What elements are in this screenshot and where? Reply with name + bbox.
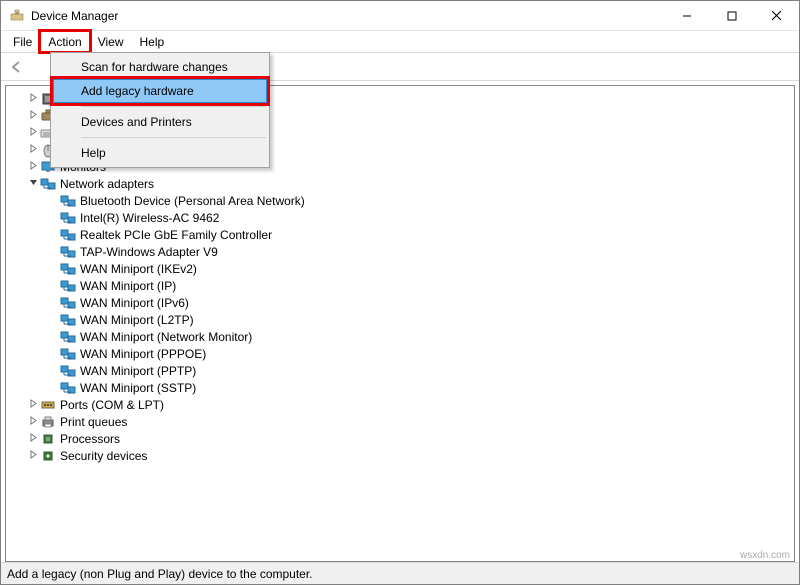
- printer-icon: [40, 414, 56, 430]
- tree-label: Print queues: [60, 415, 127, 429]
- tree-label: Bluetooth Device (Personal Area Network): [80, 194, 305, 208]
- tree-category-security-devices[interactable]: Security devices: [6, 447, 794, 464]
- network-icon: [60, 363, 76, 379]
- tree-label: WAN Miniport (IPv6): [80, 296, 189, 310]
- minimize-button[interactable]: [664, 1, 709, 30]
- chevron-right-icon[interactable]: [26, 450, 40, 462]
- device-manager-window: Device Manager FileActionViewHelp Firmwa…: [0, 0, 800, 585]
- tree-label: Intel(R) Wireless-AC 9462: [80, 211, 219, 225]
- action-menu-dropdown: Scan for hardware changesAdd legacy hard…: [50, 52, 270, 168]
- tree-label: WAN Miniport (L2TP): [80, 313, 194, 327]
- menu-separator: [81, 137, 266, 138]
- network-icon: [60, 329, 76, 345]
- tree-category-processors[interactable]: Processors: [6, 430, 794, 447]
- chevron-right-icon[interactable]: [26, 161, 40, 173]
- tree-label: Processors: [60, 432, 120, 446]
- tree-label: TAP-Windows Adapter V9: [80, 245, 218, 259]
- close-button[interactable]: [754, 1, 799, 30]
- tree-label: WAN Miniport (SSTP): [80, 381, 196, 395]
- tree-item-bluetooth-device-personal-area-network-[interactable]: Bluetooth Device (Personal Area Network): [6, 192, 794, 209]
- menu-help[interactable]: Help: [132, 31, 173, 52]
- app-icon: [9, 8, 25, 24]
- menu-item-help[interactable]: Help: [53, 141, 267, 165]
- tree-item-wan-miniport-pptp-[interactable]: WAN Miniport (PPTP): [6, 362, 794, 379]
- tree-item-wan-miniport-ipv6-[interactable]: WAN Miniport (IPv6): [6, 294, 794, 311]
- chevron-down-icon[interactable]: [26, 178, 40, 190]
- tree-label: WAN Miniport (IKEv2): [80, 262, 197, 276]
- tree-label: Network adapters: [60, 177, 154, 191]
- menu-item-devices-and-printers[interactable]: Devices and Printers: [53, 110, 267, 134]
- tree-label: Ports (COM & LPT): [60, 398, 164, 412]
- tree-item-wan-miniport-network-monitor-[interactable]: WAN Miniport (Network Monitor): [6, 328, 794, 345]
- tree-label: WAN Miniport (Network Monitor): [80, 330, 252, 344]
- status-text: Add a legacy (non Plug and Play) device …: [7, 567, 313, 581]
- tree-item-wan-miniport-ip-[interactable]: WAN Miniport (IP): [6, 277, 794, 294]
- menu-separator: [81, 106, 266, 107]
- cpu-icon: [40, 431, 56, 447]
- network-icon: [40, 176, 56, 192]
- back-button[interactable]: [7, 57, 27, 77]
- menu-item-add-legacy-hardware[interactable]: Add legacy hardware: [53, 79, 267, 103]
- network-icon: [60, 210, 76, 226]
- menu-item-scan-for-hardware-changes[interactable]: Scan for hardware changes: [53, 55, 267, 79]
- chevron-right-icon[interactable]: [26, 127, 40, 139]
- tree-item-wan-miniport-l2tp-[interactable]: WAN Miniport (L2TP): [6, 311, 794, 328]
- menu-view[interactable]: View: [90, 31, 132, 52]
- window-title: Device Manager: [31, 9, 664, 23]
- maximize-button[interactable]: [709, 1, 754, 30]
- tree-category-print-queues[interactable]: Print queues: [6, 413, 794, 430]
- chevron-right-icon[interactable]: [26, 416, 40, 428]
- tree-item-tap-windows-adapter-v9[interactable]: TAP-Windows Adapter V9: [6, 243, 794, 260]
- network-icon: [60, 261, 76, 277]
- chevron-right-icon[interactable]: [26, 144, 40, 156]
- network-icon: [60, 295, 76, 311]
- ports-icon: [40, 397, 56, 413]
- tree-item-intel-r-wireless-ac-9462[interactable]: Intel(R) Wireless-AC 9462: [6, 209, 794, 226]
- statusbar: Add a legacy (non Plug and Play) device …: [1, 562, 799, 584]
- tree-category-ports-com-lpt-[interactable]: Ports (COM & LPT): [6, 396, 794, 413]
- tree-category-network-adapters[interactable]: Network adapters: [6, 175, 794, 192]
- network-icon: [60, 244, 76, 260]
- menubar: FileActionViewHelp: [1, 31, 799, 53]
- watermark: wsxdn.com: [740, 550, 790, 561]
- tree-label: Security devices: [60, 449, 147, 463]
- network-icon: [60, 312, 76, 328]
- tree-label: WAN Miniport (IP): [80, 279, 176, 293]
- menu-action[interactable]: Action: [40, 31, 89, 52]
- tree-item-realtek-pcie-gbe-family-controller[interactable]: Realtek PCIe GbE Family Controller: [6, 226, 794, 243]
- network-icon: [60, 346, 76, 362]
- window-controls: [664, 1, 799, 30]
- chevron-right-icon[interactable]: [26, 399, 40, 411]
- network-icon: [60, 193, 76, 209]
- menu-file[interactable]: File: [5, 31, 40, 52]
- tree-item-wan-miniport-ikev2-[interactable]: WAN Miniport (IKEv2): [6, 260, 794, 277]
- tree-item-wan-miniport-pppoe-[interactable]: WAN Miniport (PPPOE): [6, 345, 794, 362]
- tree-label: Realtek PCIe GbE Family Controller: [80, 228, 272, 242]
- tree-label: WAN Miniport (PPPOE): [80, 347, 206, 361]
- chevron-right-icon[interactable]: [26, 93, 40, 105]
- tree-item-wan-miniport-sstp-[interactable]: WAN Miniport (SSTP): [6, 379, 794, 396]
- chevron-right-icon[interactable]: [26, 110, 40, 122]
- network-icon: [60, 227, 76, 243]
- tree-label: WAN Miniport (PPTP): [80, 364, 196, 378]
- titlebar: Device Manager: [1, 1, 799, 31]
- network-icon: [60, 380, 76, 396]
- security-icon: [40, 448, 56, 464]
- chevron-right-icon[interactable]: [26, 433, 40, 445]
- network-icon: [60, 278, 76, 294]
